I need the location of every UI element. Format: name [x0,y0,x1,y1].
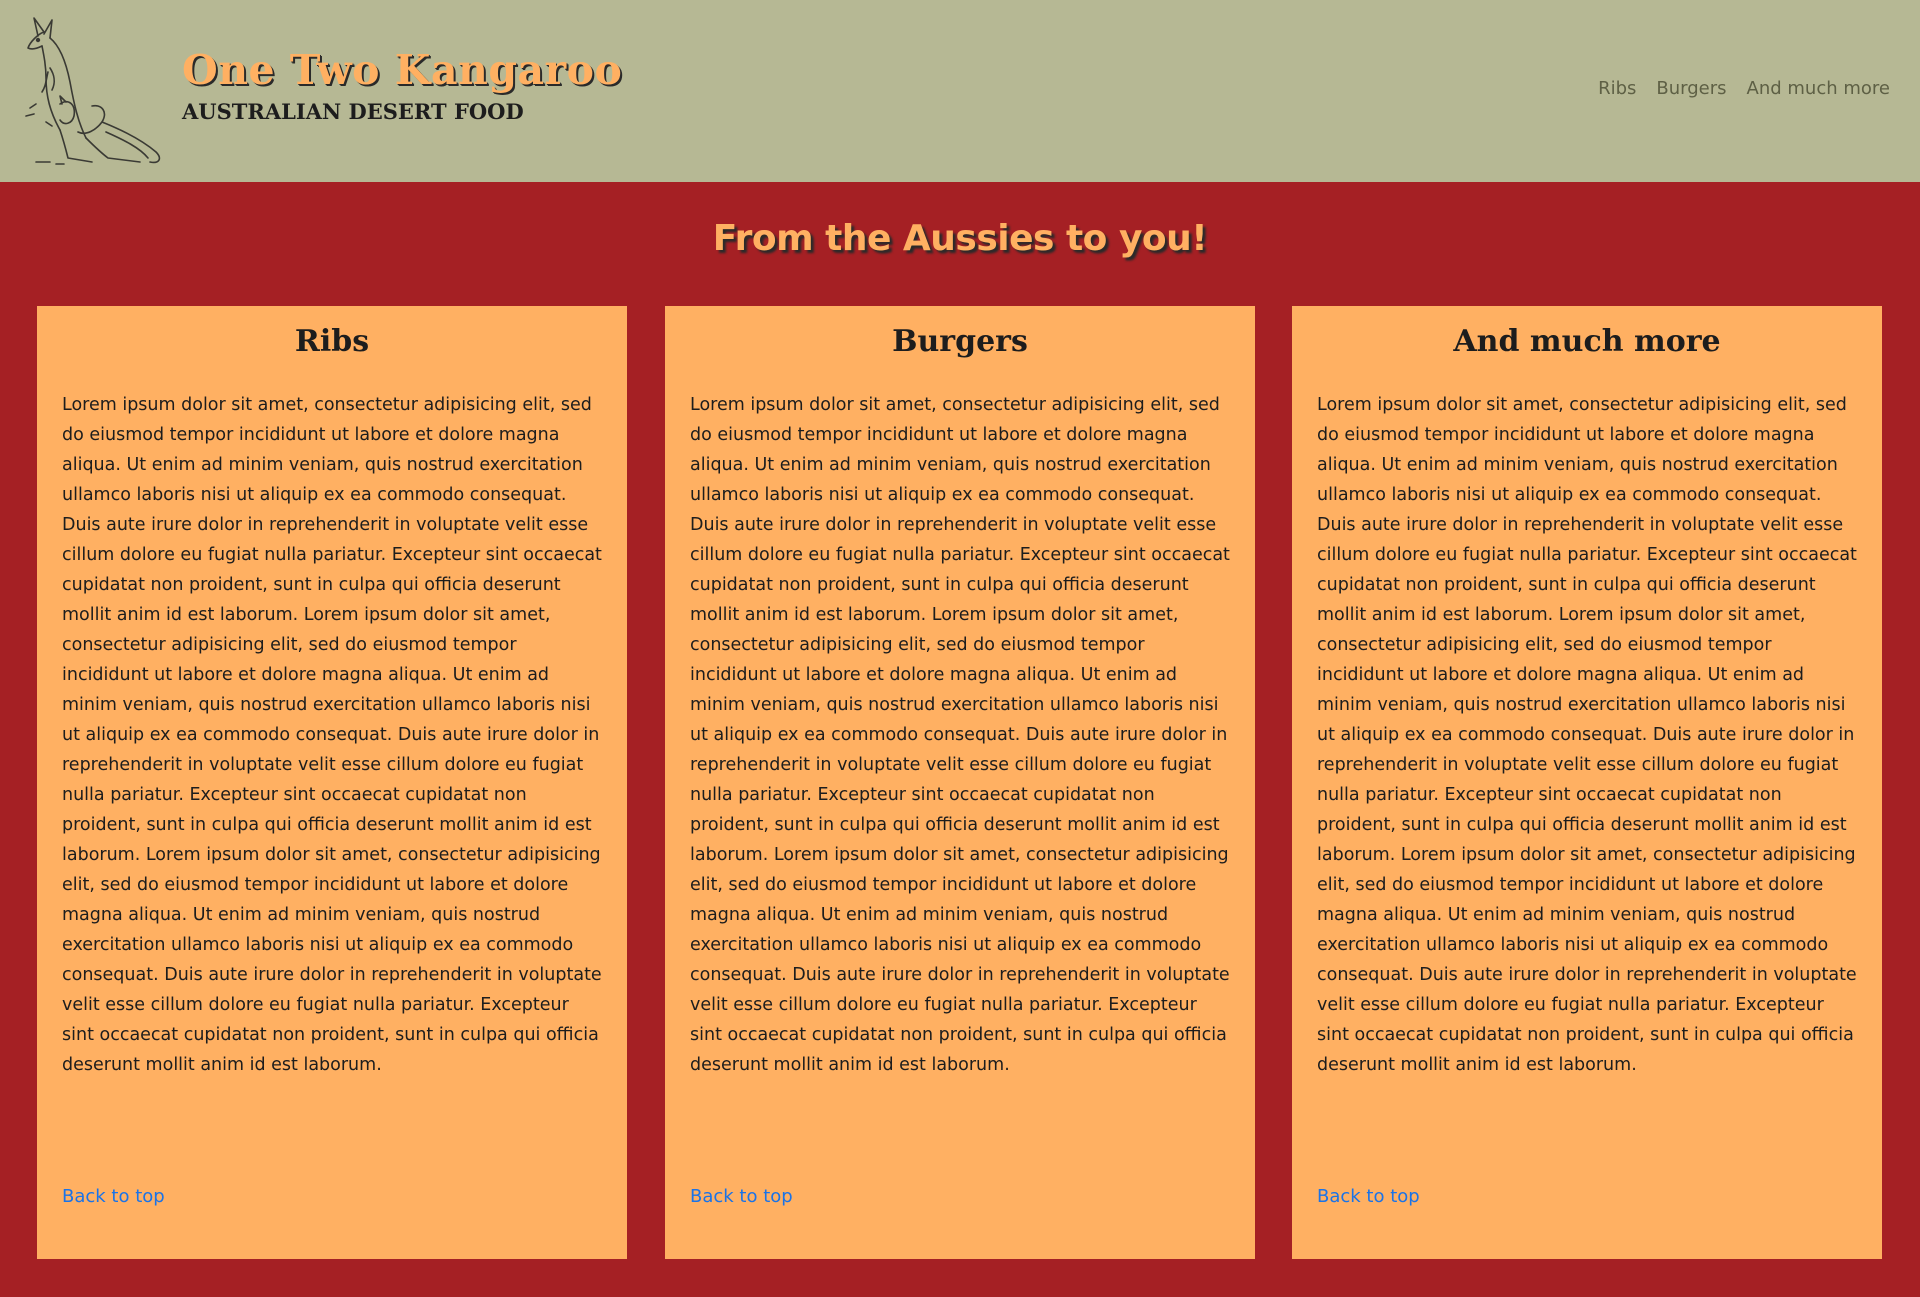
hero-title: From the Aussies to you! [712,218,1208,259]
brand-title: One Two Kangaroo [182,46,623,94]
card-ribs: Ribs Lorem ipsum dolor sit amet, consect… [37,306,627,1259]
nav-link-ribs[interactable]: Ribs [1598,78,1636,99]
site-header: One Two Kangaroo AUSTRALIAN DESERT FOOD … [0,0,1920,182]
nav-link-and-much-more[interactable]: And much more [1747,78,1890,99]
back-to-top-link[interactable]: Back to top [1317,1186,1420,1207]
back-to-top-link[interactable]: Back to top [62,1186,165,1207]
kangaroo-logo-icon[interactable] [16,12,176,174]
nav-link-burgers[interactable]: Burgers [1656,78,1726,99]
back-to-top-link[interactable]: Back to top [690,1186,793,1207]
card-body: Lorem ipsum dolor sit amet, consectetur … [1317,395,1857,1075]
card-title: Ribs [294,324,370,359]
card-and-much-more: And much more Lorem ipsum dolor sit amet… [1292,306,1882,1259]
main-nav: Ribs Burgers And much more [1598,78,1890,99]
brand-subtitle: AUSTRALIAN DESERT FOOD [182,99,524,124]
card-body: Lorem ipsum dolor sit amet, consectetur … [62,395,602,1075]
card-body: Lorem ipsum dolor sit amet, consectetur … [690,395,1230,1075]
card-burgers: Burgers Lorem ipsum dolor sit amet, cons… [665,306,1255,1259]
card-title: And much more [1453,324,1721,359]
card-title: Burgers [892,324,1028,359]
